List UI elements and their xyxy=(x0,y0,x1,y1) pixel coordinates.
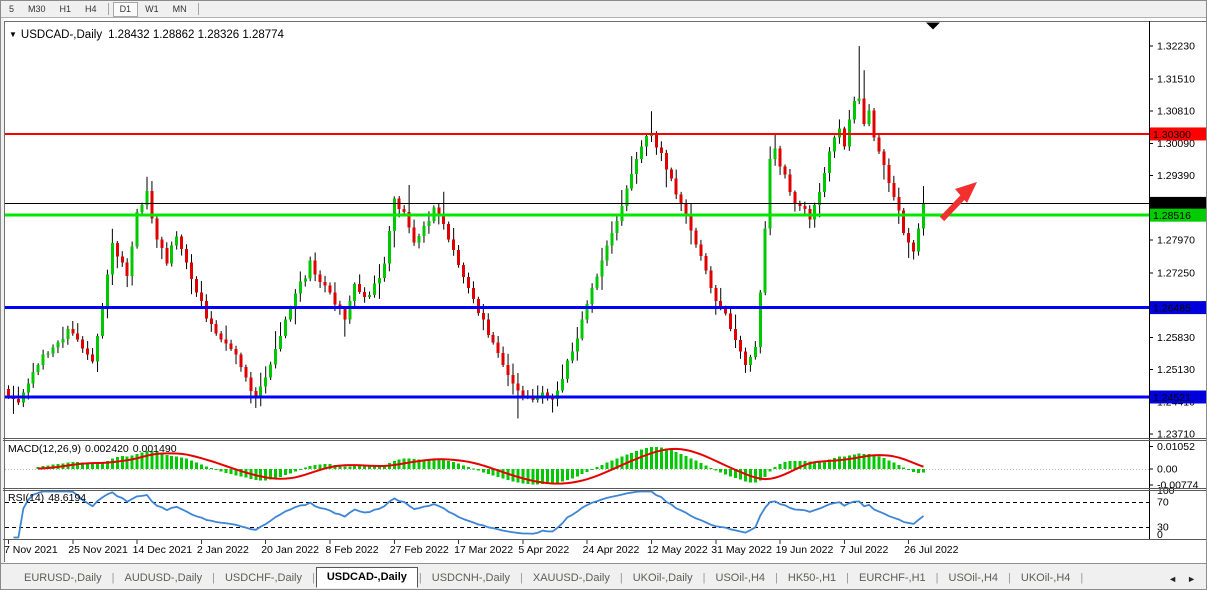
svg-text:19 Jun 2022: 19 Jun 2022 xyxy=(776,544,834,556)
chart-tab-eurchf-h1[interactable]: EURCHF-,H1 xyxy=(850,569,935,587)
chart-tab-xauusd-daily[interactable]: XAUUSD-,Daily xyxy=(524,569,619,587)
svg-text:12 May 2022: 12 May 2022 xyxy=(647,544,708,556)
svg-text:7 Jul 2022: 7 Jul 2022 xyxy=(840,544,889,556)
timeframe-button-D1[interactable]: D1 xyxy=(113,2,139,17)
svg-text:20 Jan 2022: 20 Jan 2022 xyxy=(261,544,319,556)
svg-text:27 Feb 2022: 27 Feb 2022 xyxy=(390,544,449,556)
toolbar-separator xyxy=(198,3,199,15)
svg-text:1.30810: 1.30810 xyxy=(1157,105,1195,117)
svg-text:5 Apr 2022: 5 Apr 2022 xyxy=(518,544,569,556)
tab-scroll-right-icon[interactable]: ► xyxy=(1187,574,1196,584)
chart-tab-usdchf-daily[interactable]: USDCHF-,Daily xyxy=(216,569,311,587)
chart-tab-usdcad-daily[interactable]: USDCAD-,Daily xyxy=(316,567,418,588)
svg-text:1.25130: 1.25130 xyxy=(1157,364,1195,376)
svg-text:7 Nov 2021: 7 Nov 2021 xyxy=(4,544,58,556)
tab-separator: | xyxy=(1079,572,1084,587)
toolbar-separator xyxy=(108,3,109,15)
chart-tab-usdcnh-daily[interactable]: USDCNH-,Daily xyxy=(423,569,519,587)
timeframe-toolbar: 5M30H1H4 D1W1MN xyxy=(1,1,1207,18)
svg-text:0.01052: 0.01052 xyxy=(1157,441,1195,453)
chart-tab-hk50-h1[interactable]: HK50-,H1 xyxy=(779,569,845,587)
svg-text:1.24521: 1.24521 xyxy=(1153,392,1191,404)
svg-text:1.29390: 1.29390 xyxy=(1157,170,1195,182)
svg-text:0.00: 0.00 xyxy=(1157,464,1178,476)
svg-text:70: 70 xyxy=(1157,497,1169,509)
chart-tab-usoil-h4[interactable]: USOil-,H4 xyxy=(707,569,775,587)
svg-text:2 Jan 2022: 2 Jan 2022 xyxy=(197,544,249,556)
svg-text:26 Jul 2022: 26 Jul 2022 xyxy=(904,544,958,556)
svg-text:1.25830: 1.25830 xyxy=(1157,332,1195,344)
svg-text:1.28774: 1.28774 xyxy=(1153,198,1191,210)
svg-text:17 Mar 2022: 17 Mar 2022 xyxy=(454,544,513,556)
svg-text:8 Feb 2022: 8 Feb 2022 xyxy=(325,544,378,556)
chart-tab-usoil-h4[interactable]: USOil-,H4 xyxy=(940,569,1008,587)
svg-text:1.27250: 1.27250 xyxy=(1157,267,1195,279)
svg-text:1.28516: 1.28516 xyxy=(1153,210,1191,222)
svg-text:31 May 2022: 31 May 2022 xyxy=(711,544,772,556)
timeframe-button-MN[interactable]: MN xyxy=(166,2,194,17)
svg-text:24 Apr 2022: 24 Apr 2022 xyxy=(583,544,640,556)
tab-scroll-left-icon[interactable]: ◄ xyxy=(1168,574,1177,584)
chart-tab-eurusd-daily[interactable]: EURUSD-,Daily xyxy=(15,569,111,587)
trading-terminal-window: 5M30H1H4 D1W1MN 1.32230 1.31510 1.30810 1.30… xyxy=(0,0,1207,590)
svg-text:1.27970: 1.27970 xyxy=(1157,235,1195,247)
svg-text:14 Dec 2021: 14 Dec 2021 xyxy=(133,544,193,556)
svg-text:1.31510: 1.31510 xyxy=(1157,73,1195,85)
svg-text:1.32230: 1.32230 xyxy=(1157,41,1195,53)
chart-tab-audusd-daily[interactable]: AUDUSD-,Daily xyxy=(115,569,211,587)
timeframe-button-M30[interactable]: M30 xyxy=(21,2,53,17)
timeframe-button-5[interactable]: 5 xyxy=(2,2,21,17)
timeframe-button-H4[interactable]: H4 xyxy=(78,2,104,17)
chart-tab-ukoil-h4[interactable]: UKOil-,H4 xyxy=(1012,569,1080,587)
price-chart[interactable]: 1.322301.315101.308101.300901.293901.279… xyxy=(1,18,1207,563)
svg-text:25 Nov 2021: 25 Nov 2021 xyxy=(68,544,128,556)
chart-tab-ukoil-daily[interactable]: UKOil-,Daily xyxy=(624,569,702,587)
svg-text:1.30300: 1.30300 xyxy=(1153,129,1191,141)
timeframe-button-W1[interactable]: W1 xyxy=(138,2,166,17)
timeframe-button-H1[interactable]: H1 xyxy=(53,2,79,17)
chart-tab-bar: EURUSD-,Daily|AUDUSD-,Daily|USDCHF-,Dail… xyxy=(1,563,1207,590)
svg-text:1.26485: 1.26485 xyxy=(1153,303,1191,315)
